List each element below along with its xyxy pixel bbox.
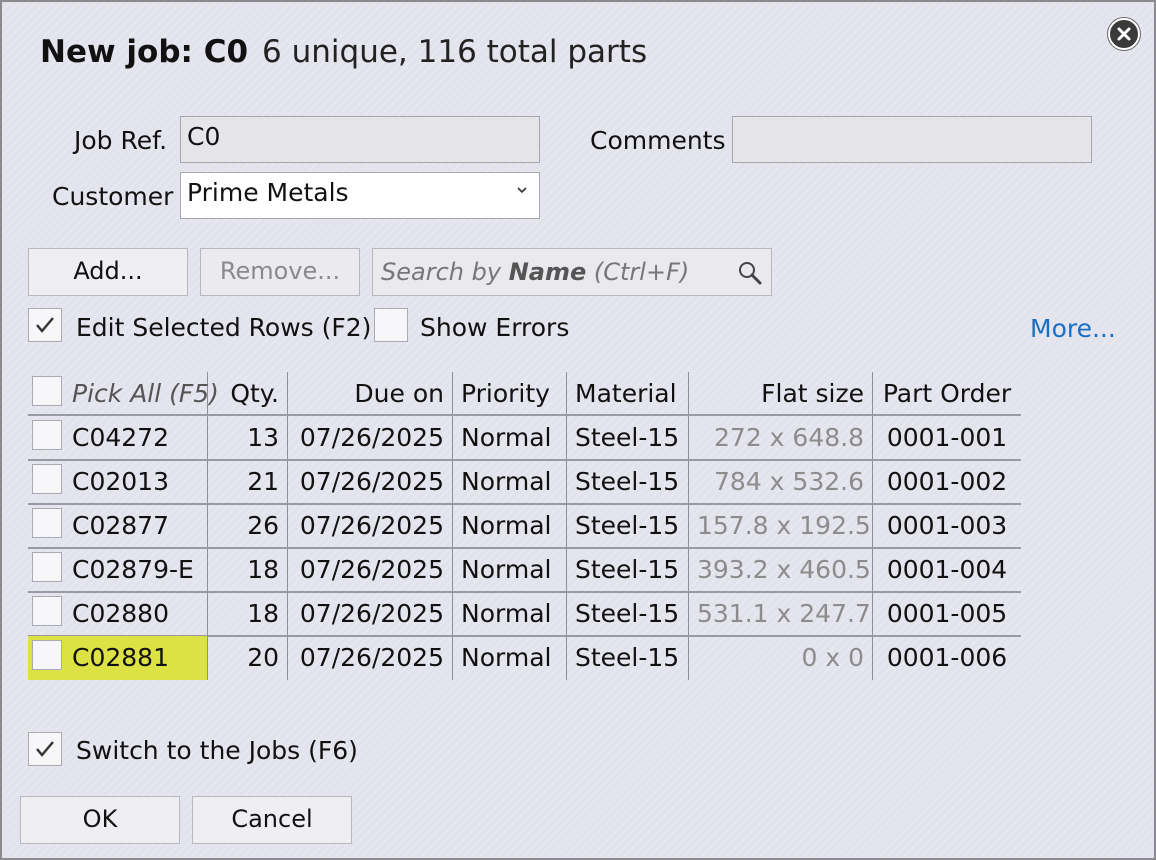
part-name: C02881 bbox=[72, 643, 169, 672]
chevron-down-icon bbox=[517, 187, 527, 194]
row-name-cell[interactable]: C04272 bbox=[28, 416, 208, 460]
cell-priority[interactable]: Normal bbox=[453, 504, 567, 548]
cell-due[interactable]: 07/26/2025 bbox=[288, 504, 453, 548]
row-name-cell[interactable]: C02877 bbox=[28, 504, 208, 548]
customer-label: Customer bbox=[52, 182, 174, 211]
cell-flat[interactable]: 531.1 x 247.7 bbox=[689, 592, 873, 636]
show-errors-label: Show Errors bbox=[420, 313, 570, 342]
part-name: C02877 bbox=[72, 511, 169, 540]
cell-flat[interactable]: 393.2 x 460.5 bbox=[689, 548, 873, 592]
cell-order[interactable]: 0001-006 bbox=[873, 636, 1021, 680]
search-box[interactable]: Search by Name (Ctrl+F) bbox=[372, 248, 772, 296]
row-checkbox[interactable] bbox=[32, 552, 62, 582]
search-placeholder: Search by Name (Ctrl+F) bbox=[381, 258, 690, 286]
magnifier-icon bbox=[739, 262, 762, 285]
edit-selected-label: Edit Selected Rows (F2) bbox=[76, 313, 372, 342]
cell-order[interactable]: 0001-005 bbox=[873, 592, 1021, 636]
title-summary: 6 unique, 116 total parts bbox=[262, 34, 648, 70]
cell-due[interactable]: 07/26/2025 bbox=[288, 416, 453, 460]
customer-value: Prime Metals bbox=[187, 178, 349, 207]
part-name: C02879-E bbox=[72, 555, 194, 584]
cell-qty[interactable]: 18 bbox=[208, 592, 288, 636]
cell-priority[interactable]: Normal bbox=[453, 636, 567, 680]
cancel-button[interactable]: Cancel bbox=[192, 796, 352, 844]
cell-material[interactable]: Steel-15 bbox=[567, 636, 689, 680]
job-ref-label: Job Ref. bbox=[74, 126, 168, 155]
edit-selected-checkbox[interactable] bbox=[28, 308, 62, 342]
close-button[interactable] bbox=[1108, 18, 1140, 50]
more-link[interactable]: More... bbox=[1030, 314, 1116, 343]
row-name-cell[interactable]: C02881 bbox=[28, 636, 208, 680]
cell-qty[interactable]: 21 bbox=[208, 460, 288, 504]
switch-jobs-checkbox[interactable] bbox=[28, 732, 62, 766]
cell-priority[interactable]: Normal bbox=[453, 592, 567, 636]
cell-qty[interactable]: 20 bbox=[208, 636, 288, 680]
switch-jobs-label: Switch to the Jobs (F6) bbox=[76, 736, 358, 765]
dialog-title: New job: C0 6 unique, 116 total parts bbox=[40, 34, 647, 70]
cell-qty[interactable]: 13 bbox=[208, 416, 288, 460]
part-name: C04272 bbox=[72, 423, 169, 452]
checkmark-icon bbox=[36, 741, 54, 757]
ok-button[interactable]: OK bbox=[20, 796, 180, 844]
row-checkbox[interactable] bbox=[32, 508, 62, 538]
cell-material[interactable]: Steel-15 bbox=[567, 460, 689, 504]
cell-material[interactable]: Steel-15 bbox=[567, 592, 689, 636]
job-ref-input[interactable]: C0 bbox=[180, 116, 540, 163]
customer-select[interactable]: Prime Metals bbox=[180, 172, 540, 219]
cell-flat[interactable]: 272 x 648.8 bbox=[689, 416, 873, 460]
cell-due[interactable]: 07/26/2025 bbox=[288, 460, 453, 504]
row-checkbox[interactable] bbox=[32, 420, 62, 450]
header-priority[interactable]: Priority bbox=[453, 372, 567, 416]
cell-priority[interactable]: Normal bbox=[453, 416, 567, 460]
cell-material[interactable]: Steel-15 bbox=[567, 504, 689, 548]
cell-due[interactable]: 07/26/2025 bbox=[288, 636, 453, 680]
cell-material[interactable]: Steel-15 bbox=[567, 548, 689, 592]
row-checkbox[interactable] bbox=[32, 464, 62, 494]
cell-order[interactable]: 0001-002 bbox=[873, 460, 1021, 504]
header-material[interactable]: Material bbox=[567, 372, 689, 416]
cell-qty[interactable]: 26 bbox=[208, 504, 288, 548]
cell-due[interactable]: 07/26/2025 bbox=[288, 592, 453, 636]
cell-priority[interactable]: Normal bbox=[453, 548, 567, 592]
header-part-order[interactable]: Part Order bbox=[873, 372, 1021, 416]
cell-order[interactable]: 0001-001 bbox=[873, 416, 1021, 460]
row-name-cell[interactable]: C02879-E bbox=[28, 548, 208, 592]
remove-button[interactable]: Remove... bbox=[200, 248, 360, 296]
part-name: C02013 bbox=[72, 467, 169, 496]
title-job: New job: C0 bbox=[40, 34, 249, 70]
close-icon bbox=[1117, 27, 1131, 41]
pick-all-checkbox[interactable] bbox=[32, 376, 62, 406]
header-qty[interactable]: Qty. bbox=[208, 372, 288, 416]
cell-priority[interactable]: Normal bbox=[453, 460, 567, 504]
row-checkbox[interactable] bbox=[32, 640, 62, 670]
cell-due[interactable]: 07/26/2025 bbox=[288, 548, 453, 592]
new-job-dialog: New job: C0 6 unique, 116 total parts Job… bbox=[0, 0, 1156, 860]
header-flat-size[interactable]: Flat size bbox=[689, 372, 873, 416]
cell-flat[interactable]: 784 x 532.6 bbox=[689, 460, 873, 504]
row-name-cell[interactable]: C02013 bbox=[28, 460, 208, 504]
row-checkbox[interactable] bbox=[32, 596, 62, 626]
cell-flat[interactable]: 157.8 x 192.5 bbox=[689, 504, 873, 548]
show-errors-checkbox[interactable] bbox=[374, 308, 408, 342]
comments-label: Comments bbox=[590, 126, 726, 155]
header-pick-all[interactable]: Pick All (F5) bbox=[28, 372, 219, 416]
cell-qty[interactable]: 18 bbox=[208, 548, 288, 592]
cell-order[interactable]: 0001-003 bbox=[873, 504, 1021, 548]
checkmark-icon bbox=[36, 317, 54, 333]
comments-input[interactable] bbox=[732, 116, 1092, 163]
cell-order[interactable]: 0001-004 bbox=[873, 548, 1021, 592]
add-button[interactable]: Add... bbox=[28, 248, 188, 296]
header-due-on[interactable]: Due on bbox=[288, 372, 453, 416]
cell-flat[interactable]: 0 x 0 bbox=[689, 636, 873, 680]
part-name: C02880 bbox=[72, 599, 169, 628]
cell-material[interactable]: Steel-15 bbox=[567, 416, 689, 460]
row-name-cell[interactable]: C02880 bbox=[28, 592, 208, 636]
